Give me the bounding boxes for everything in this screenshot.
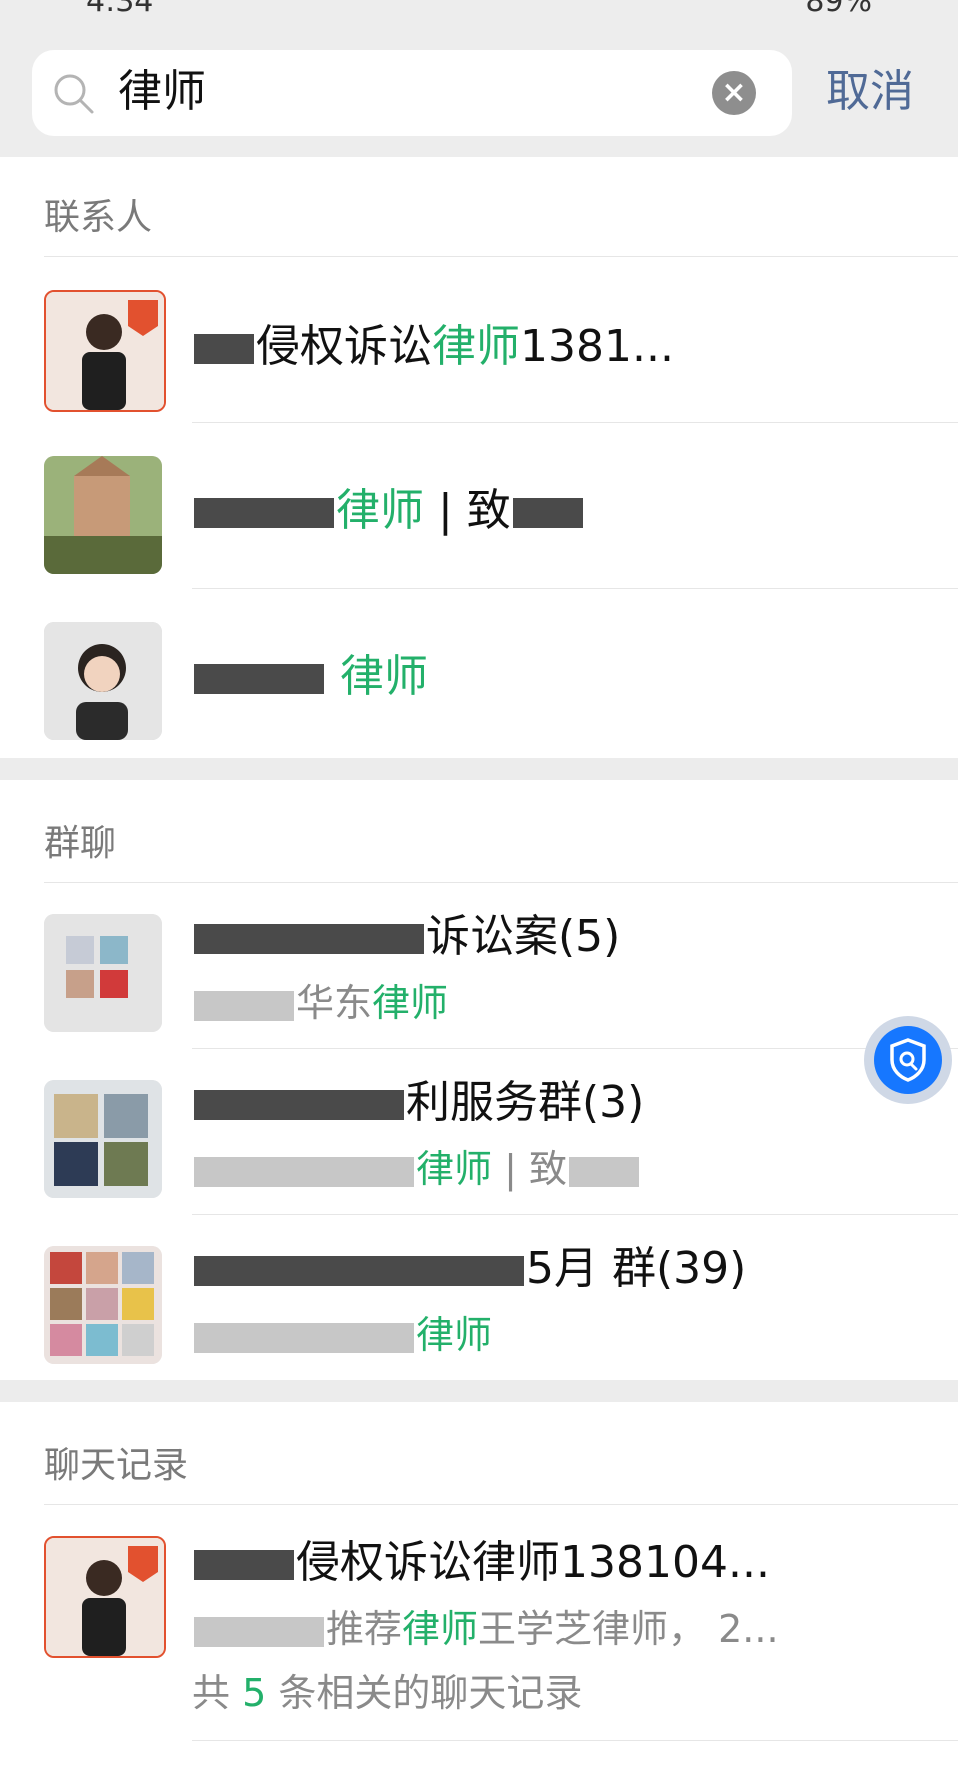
avatar bbox=[44, 456, 162, 574]
avatar bbox=[44, 1080, 162, 1198]
avatar bbox=[44, 914, 162, 1032]
contact-name: 律师 | 致 bbox=[192, 482, 585, 540]
chat-contact-name: 侵权诉讼律师138104... bbox=[192, 1534, 770, 1592]
row-divider bbox=[192, 1740, 958, 1741]
status-time: 4:34 bbox=[86, 0, 154, 19]
search-icon bbox=[54, 74, 94, 114]
group-name: 诉讼案(5) bbox=[192, 908, 620, 966]
chat-message-snippet: 推荐律师王学芝律师， 2... bbox=[192, 1604, 779, 1654]
group-member-match: 律师 | 致 bbox=[192, 1144, 641, 1194]
row-divider bbox=[192, 1048, 958, 1049]
search-input[interactable]: 律师 × bbox=[32, 50, 792, 136]
floating-assistant-button[interactable] bbox=[864, 1016, 952, 1104]
group-member-match: 律师 bbox=[192, 1310, 492, 1360]
status-bar: 4:34 89% bbox=[0, 0, 958, 22]
avatar bbox=[44, 290, 166, 412]
section-title-contacts: 联系人 bbox=[44, 197, 153, 238]
search-query[interactable]: 律师 bbox=[118, 64, 206, 120]
row-divider bbox=[192, 1214, 958, 1215]
chat-record-count: 共 5 条相关的聊天记录 bbox=[192, 1671, 583, 1715]
section-gap bbox=[0, 758, 958, 780]
row-divider bbox=[192, 422, 958, 423]
section-gap bbox=[0, 1380, 958, 1402]
section-title-chats: 聊天记录 bbox=[44, 1445, 189, 1486]
row-divider bbox=[192, 588, 958, 589]
avatar bbox=[44, 622, 162, 740]
section-divider bbox=[44, 882, 958, 883]
cancel-button[interactable]: 取消 bbox=[826, 62, 914, 122]
avatar bbox=[44, 1536, 166, 1658]
shield-search-icon bbox=[874, 1026, 942, 1094]
group-name: 5月 群(39) bbox=[192, 1240, 746, 1298]
status-battery: 89% bbox=[805, 0, 872, 19]
contact-name: 侵权诉讼律师1381... bbox=[192, 318, 674, 376]
search-header: 4:34 89% 律师 × 取消 bbox=[0, 0, 958, 157]
clear-icon[interactable]: × bbox=[712, 71, 756, 115]
group-member-match: 华东律师 bbox=[192, 978, 448, 1028]
section-divider bbox=[44, 1504, 958, 1505]
group-name: 利服务群(3) bbox=[192, 1074, 644, 1132]
section-title-groups: 群聊 bbox=[44, 823, 117, 864]
contact-name: 律师 bbox=[192, 648, 428, 706]
section-divider bbox=[44, 256, 958, 257]
avatar bbox=[44, 1246, 162, 1364]
